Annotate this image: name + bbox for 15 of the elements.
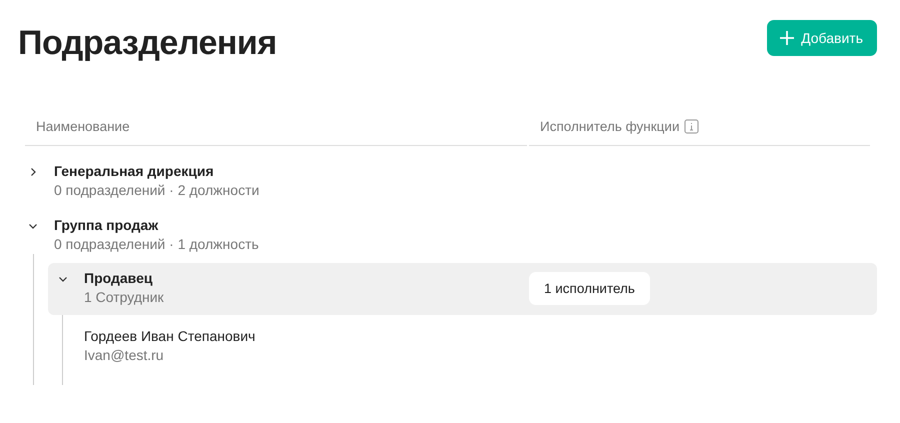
plus-icon bbox=[779, 30, 796, 46]
department-summary: 0 подразделений · 2 должности bbox=[54, 181, 260, 200]
position-summary: 1 Сотрудник bbox=[84, 288, 164, 307]
column-header: Наименование bbox=[36, 119, 130, 134]
department-name: Группа продаж bbox=[54, 216, 160, 235]
page-title: Подразделения bbox=[18, 24, 277, 63]
department-name: Генеральная дирекция bbox=[54, 162, 215, 181]
department-summary: 0 подразделений · 1 должность bbox=[54, 235, 259, 254]
executor-count[interactable]: 1 исполнитель bbox=[529, 272, 650, 304]
info-icon[interactable] bbox=[684, 119, 700, 134]
position-name: Продавец bbox=[84, 269, 154, 288]
employee-name: Гордеев Иван Степанович bbox=[84, 327, 256, 346]
employee-email: Ivan@test.ru bbox=[84, 346, 165, 365]
position-row[interactable]: Продавец 1 Сотрудник 1 исполнитель bbox=[48, 263, 877, 315]
column-header: Исполнитель функции bbox=[540, 119, 680, 134]
